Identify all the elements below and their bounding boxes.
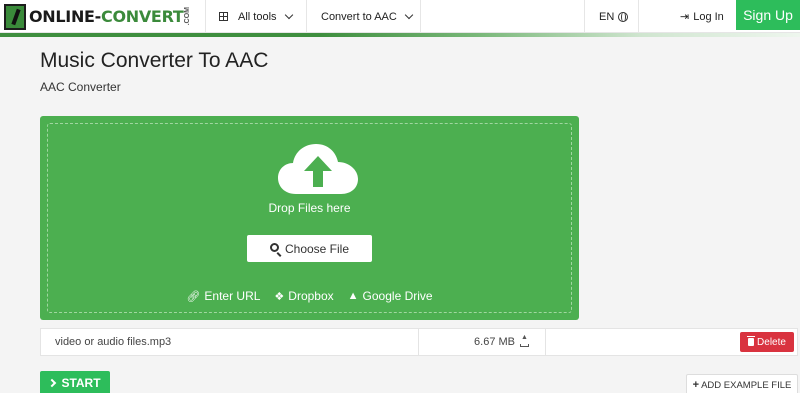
language-selector[interactable]: EN — [599, 0, 629, 33]
link-icon: 🔗︎ — [186, 290, 201, 303]
signup-button[interactable]: Sign Up — [736, 0, 800, 30]
file-size: 6.67 MB — [421, 329, 529, 355]
google-drive-icon: ▲ — [347, 290, 359, 302]
chevron-down-icon — [404, 10, 414, 19]
start-label: START — [61, 376, 101, 390]
delete-file-button[interactable]: Delete — [740, 332, 794, 352]
enter-url-link[interactable]: 🔗︎ Enter URL — [186, 289, 260, 303]
plus-icon: + — [692, 379, 700, 391]
login-icon: ⇥ — [680, 11, 690, 23]
row-divider — [418, 329, 419, 355]
choose-file-button[interactable]: Choose File — [247, 235, 372, 262]
nav-divider — [638, 0, 639, 33]
convert-to-menu[interactable]: Convert to AAC — [321, 0, 414, 33]
enter-url-label: Enter URL — [204, 289, 261, 303]
dropbox-icon: ❖ — [274, 290, 285, 303]
logo-com: .COM — [184, 7, 192, 26]
file-list-row: video or audio files.mp3 6.67 MB Delete — [40, 328, 798, 356]
add-example-file-button[interactable]: + ADD EXAMPLE FILE — [686, 374, 798, 393]
drop-area-border: Drop Files here Choose File 🔗︎ Enter URL… — [47, 123, 572, 313]
page-subtitle: AAC Converter — [40, 80, 121, 94]
google-drive-label: Google Drive — [362, 289, 433, 303]
nav-divider — [420, 0, 421, 33]
upload-icon — [520, 334, 529, 347]
google-drive-link[interactable]: ▲ Google Drive — [348, 289, 433, 303]
delete-label: Delete — [757, 336, 786, 348]
drop-files-text: Drop Files here — [268, 201, 351, 215]
nav-divider — [584, 0, 585, 33]
nav-divider — [205, 0, 206, 33]
row-divider — [545, 329, 546, 355]
logo-text: ONLINE-CONVERT — [29, 7, 184, 26]
nav-divider — [306, 0, 307, 33]
choose-file-label: Choose File — [284, 241, 350, 256]
trash-icon — [747, 336, 756, 346]
language-label: EN — [599, 10, 615, 23]
logo-icon — [4, 3, 26, 30]
dropbox-label: Dropbox — [288, 289, 334, 303]
top-navbar: ONLINE-CONVERT .COM All tools Convert to… — [0, 0, 800, 33]
login-link[interactable]: ⇥ Log In — [680, 0, 724, 33]
login-label: Log In — [693, 10, 724, 23]
search-icon — [269, 243, 279, 252]
file-name: video or audio files.mp3 — [55, 336, 172, 348]
page-title: Music Converter To AAC — [40, 49, 269, 72]
dropbox-link[interactable]: ❖ Dropbox — [274, 289, 333, 303]
site-logo[interactable]: ONLINE-CONVERT .COM — [0, 0, 205, 33]
cloud-upload-icon — [278, 144, 358, 194]
header-accent-strip — [0, 33, 800, 37]
add-example-label: ADD EXAMPLE FILE — [701, 379, 792, 391]
file-drop-zone[interactable]: Drop Files here Choose File 🔗︎ Enter URL… — [40, 116, 579, 320]
all-tools-label: All tools — [238, 10, 277, 23]
grid-icon — [219, 12, 228, 21]
chevron-right-icon — [48, 378, 57, 388]
start-button[interactable]: START — [40, 371, 110, 393]
all-tools-menu[interactable]: All tools — [219, 0, 293, 33]
chevron-down-icon — [284, 10, 293, 19]
file-size-value: 6.67 MB — [474, 336, 515, 348]
convert-to-label: Convert to AAC — [321, 10, 397, 23]
globe-icon — [618, 11, 629, 22]
upload-sources: 🔗︎ Enter URL ❖ Dropbox ▲ Google Drive — [48, 289, 571, 303]
